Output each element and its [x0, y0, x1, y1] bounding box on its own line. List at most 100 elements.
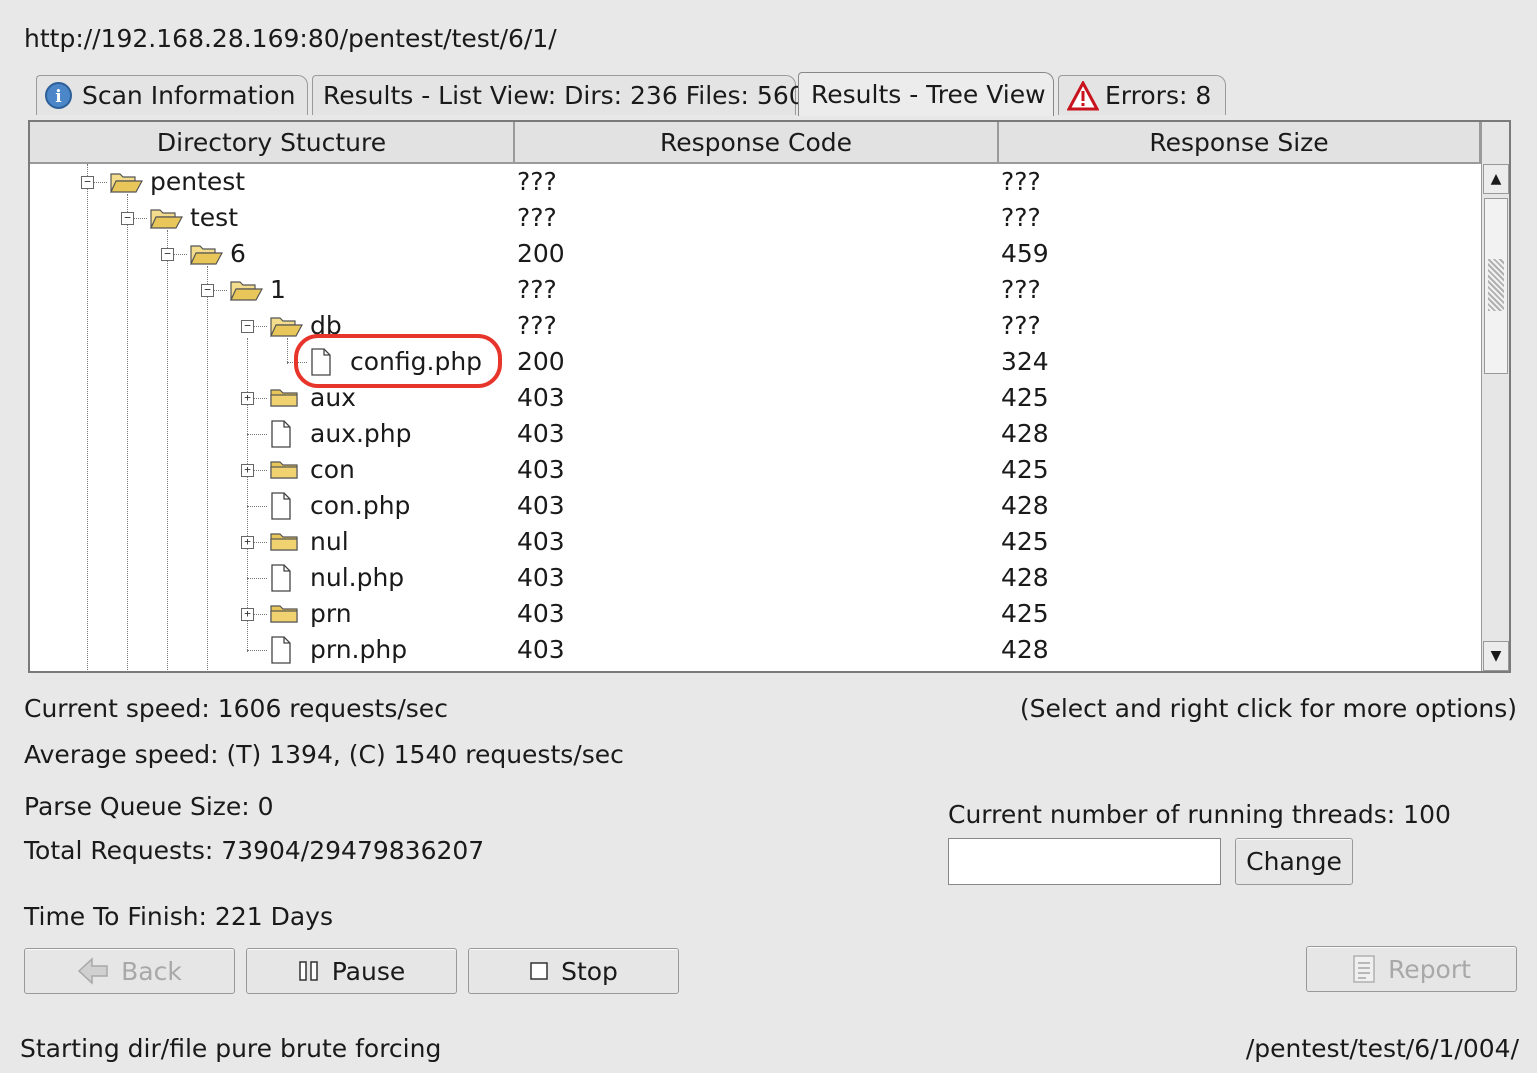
response-code: 200 [517, 347, 565, 376]
tree-item-name: 6 [230, 239, 246, 268]
back-label: Back [121, 956, 182, 986]
response-code: 403 [517, 455, 565, 484]
tree-row-folder[interactable]: − 1?????? [30, 272, 1480, 308]
average-speed: Average speed: (T) 1394, (C) 1540 reques… [24, 740, 624, 769]
tree-item-name: test [190, 203, 239, 232]
file-icon [269, 419, 293, 453]
folder-open-icon [189, 242, 224, 270]
current-speed: Current speed: 1606 requests/sec [24, 694, 448, 723]
response-size: 425 [1001, 383, 1049, 412]
tree-item-name: pentest [150, 167, 246, 196]
tree-item-name: 1 [270, 275, 286, 304]
tab-tree-view[interactable]: Results - Tree View [798, 72, 1054, 116]
response-size: ??? [1001, 203, 1041, 232]
response-size: 428 [1001, 563, 1049, 592]
results-tree-table[interactable]: Directory Stucture Response Code Respons… [28, 120, 1511, 673]
pause-label: Pause [331, 956, 406, 986]
threads-input[interactable] [948, 838, 1221, 885]
column-header-response-size[interactable]: Response Size [999, 122, 1481, 164]
tree-row-folder[interactable]: + prn 403 425 [30, 596, 1480, 632]
response-code: ??? [517, 167, 557, 196]
folder-icon [269, 386, 299, 412]
tree-item-name: aux.php [310, 419, 412, 448]
folder-open-icon [149, 206, 184, 234]
response-code: 403 [517, 419, 565, 448]
expand-toggle-icon[interactable]: + [241, 536, 254, 549]
expand-toggle-icon[interactable]: + [241, 608, 254, 621]
parse-queue-size: Parse Queue Size: 0 [24, 792, 274, 821]
change-button[interactable]: Change [1235, 838, 1353, 885]
tree-item-name: con.php [310, 491, 411, 520]
response-code: 403 [517, 599, 565, 628]
report-button[interactable]: Report [1306, 946, 1517, 992]
scroll-up-button[interactable]: ▲ [1483, 164, 1509, 194]
tab-errors[interactable]: Errors: 8 [1058, 75, 1226, 115]
tab-label: Errors: 8 [1105, 81, 1212, 110]
running-threads-label: Current number of running threads: 100 [948, 800, 1451, 829]
collapse-toggle-icon[interactable]: − [121, 212, 134, 225]
response-size: ??? [1001, 275, 1041, 304]
tree-row-file[interactable]: prn.php 403 428 [30, 632, 1480, 668]
expand-toggle-icon[interactable]: + [241, 392, 254, 405]
stop-label: Stop [561, 956, 618, 986]
scroll-down-button[interactable]: ▼ [1483, 641, 1509, 671]
folder-open-icon [109, 170, 144, 198]
collapse-toggle-icon[interactable]: − [81, 176, 94, 189]
scroll-thumb[interactable] [1484, 198, 1508, 374]
tree-row-file[interactable]: config.php 200 324 [30, 344, 1480, 380]
pause-icon [298, 961, 318, 981]
tree-connector [247, 434, 267, 435]
scroll-grip [1488, 259, 1504, 311]
response-size: ??? [1001, 311, 1041, 340]
response-size: 425 [1001, 455, 1049, 484]
file-icon [269, 563, 293, 597]
response-size: 428 [1001, 491, 1049, 520]
collapse-toggle-icon[interactable]: − [161, 248, 174, 261]
response-size: 425 [1001, 599, 1049, 628]
tab-scan-information[interactable]: i Scan Information [36, 75, 308, 115]
response-size: 324 [1001, 347, 1049, 376]
file-icon [269, 635, 293, 669]
collapse-toggle-icon[interactable]: − [201, 284, 214, 297]
folder-icon [269, 530, 299, 556]
tree-connector [247, 506, 267, 507]
response-code: 200 [517, 239, 565, 268]
vertical-scrollbar[interactable]: ▲ ▼ [1481, 122, 1509, 671]
column-header-response-code[interactable]: Response Code [515, 122, 999, 164]
change-label: Change [1246, 847, 1342, 876]
folder-icon [269, 458, 299, 484]
response-size: 425 [1001, 527, 1049, 556]
response-code: 403 [517, 527, 565, 556]
tree-item-name: prn.php [310, 635, 408, 664]
tree-row-folder[interactable]: − db?????? [30, 308, 1480, 344]
pause-button[interactable]: Pause [246, 948, 457, 994]
tree-row-folder[interactable]: + con 403 425 [30, 452, 1480, 488]
tree-item-name: nul [310, 527, 349, 556]
tab-label: Results - List View: Dirs: 236 Files: 56… [323, 81, 805, 110]
info-icon: i [45, 82, 72, 109]
response-code: 403 [517, 383, 565, 412]
folder-icon [269, 602, 299, 628]
folder-open-icon [229, 278, 264, 306]
tab-list-view[interactable]: Results - List View: Dirs: 236 Files: 56… [312, 75, 805, 115]
tree-row-file[interactable]: con.php 403 428 [30, 488, 1480, 524]
stop-button[interactable]: Stop [468, 948, 679, 994]
response-code: 403 [517, 635, 565, 664]
expand-toggle-icon[interactable]: + [241, 464, 254, 477]
time-to-finish: Time To Finish: 221 Days [24, 902, 333, 931]
tree-row-folder[interactable]: + nul 403 425 [30, 524, 1480, 560]
tree-item-name: con [310, 455, 355, 484]
tree-row-file[interactable]: nul.php 403 428 [30, 560, 1480, 596]
collapse-toggle-icon[interactable]: − [241, 320, 254, 333]
file-icon [269, 491, 293, 525]
column-header-directory[interactable]: Directory Stucture [30, 122, 515, 164]
response-code: ??? [517, 311, 557, 340]
back-button[interactable]: Back [24, 948, 235, 994]
tree-row-folder[interactable]: − pentest?????? [30, 164, 1480, 200]
tree-row-folder[interactable]: − test?????? [30, 200, 1480, 236]
config-php-highlight [294, 334, 502, 388]
tree-row-file[interactable]: aux.php 403 428 [30, 416, 1480, 452]
tree-row-folder[interactable]: − 6 200 459 [30, 236, 1480, 272]
tab-label: Results - Tree View [811, 80, 1046, 109]
tree-row-folder[interactable]: + aux 403 425 [30, 380, 1480, 416]
